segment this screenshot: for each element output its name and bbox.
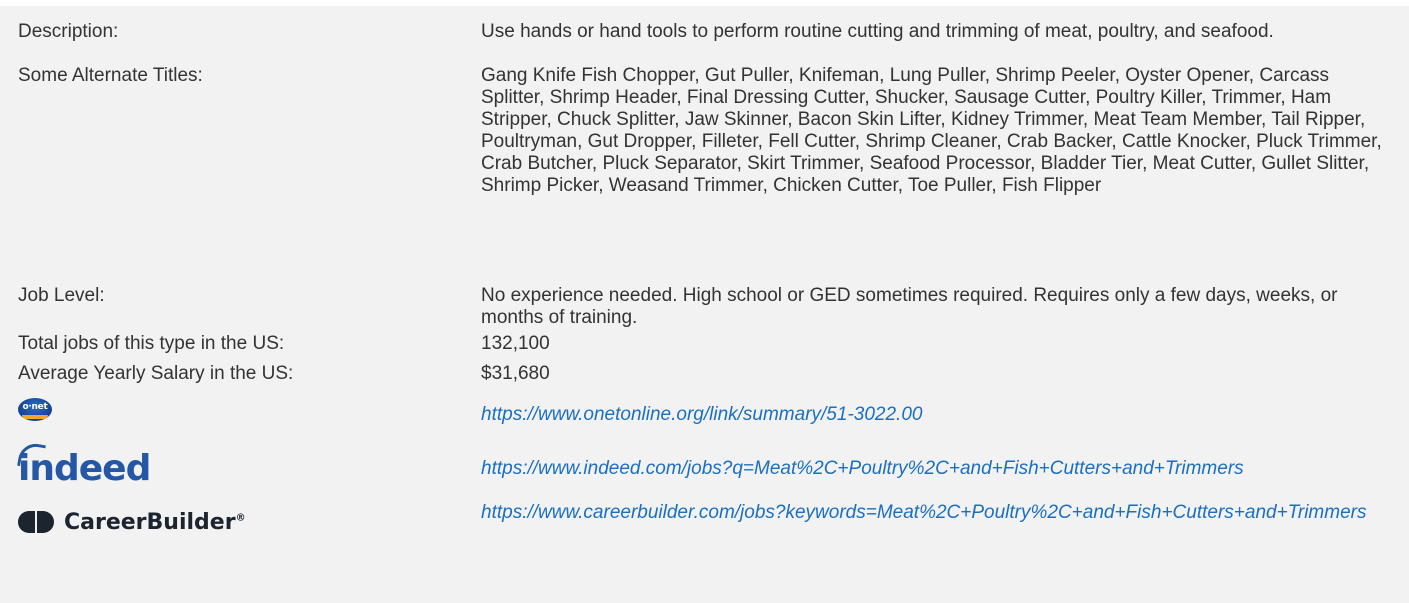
indeed-link-cell: https://www.indeed.com/jobs?q=Meat%2C+Po… bbox=[481, 451, 1386, 487]
job-details-card: Description: Use hands or hand tools to … bbox=[0, 6, 1409, 603]
total-jobs-row: Total jobs of this type in the US: 132,1… bbox=[18, 333, 1398, 355]
careerbuilder-logo-cell: CareerBuilder® bbox=[18, 502, 481, 535]
alternate-titles-row: Some Alternate Titles: Gang Knife Fish C… bbox=[18, 65, 1398, 197]
onet-logo: o·net bbox=[18, 397, 52, 421]
salary-label: Average Yearly Salary in the US: bbox=[18, 363, 294, 384]
description-value: Use hands or hand tools to perform routi… bbox=[481, 21, 1274, 42]
description-label: Description: bbox=[18, 21, 119, 42]
indeed-arc-icon bbox=[17, 441, 46, 470]
job-level-row: Job Level: No experience needed. High sc… bbox=[18, 285, 1398, 329]
alternate-titles-label: Some Alternate Titles: bbox=[18, 65, 203, 86]
careerbuilder-link[interactable]: https://www.careerbuilder.com/jobs?keywo… bbox=[481, 502, 1366, 523]
job-level-label: Job Level: bbox=[18, 285, 105, 306]
careerbuilder-row: CareerBuilder® https://www.careerbuilder… bbox=[18, 502, 1398, 535]
careerbuilder-link-cell: https://www.careerbuilder.com/jobs?keywo… bbox=[481, 502, 1386, 535]
registered-mark-icon: ® bbox=[235, 512, 246, 524]
onet-row: o·net https://www.onetonline.org/link/su… bbox=[18, 392, 1398, 426]
total-jobs-value: 132,100 bbox=[481, 333, 550, 354]
onet-logo-text: o·net bbox=[22, 401, 48, 412]
onet-logo-cell: o·net bbox=[18, 392, 481, 426]
alternate-titles-value: Gang Knife Fish Chopper, Gut Puller, Kni… bbox=[481, 65, 1382, 196]
indeed-row: indeed https://www.indeed.com/jobs?q=Mea… bbox=[17, 441, 1398, 487]
careerbuilder-logo: CareerBuilder® bbox=[64, 511, 246, 535]
careerbuilder-logo-text: CareerBuilder bbox=[64, 510, 236, 535]
job-level-value: No experience needed. High school or GED… bbox=[481, 285, 1338, 328]
total-jobs-label: Total jobs of this type in the US: bbox=[18, 333, 285, 354]
onet-link[interactable]: https://www.onetonline.org/link/summary/… bbox=[481, 404, 922, 425]
indeed-logo-cell: indeed bbox=[17, 441, 481, 487]
salary-row: Average Yearly Salary in the US: $31,680 bbox=[18, 363, 1398, 385]
description-row: Description: Use hands or hand tools to … bbox=[18, 21, 1398, 43]
salary-value: $31,680 bbox=[481, 363, 550, 384]
indeed-link[interactable]: https://www.indeed.com/jobs?q=Meat%2C+Po… bbox=[481, 458, 1244, 479]
onet-link-cell: https://www.onetonline.org/link/summary/… bbox=[481, 392, 1386, 426]
indeed-logo: indeed bbox=[17, 441, 151, 487]
careerbuilder-mark-icon bbox=[18, 511, 54, 533]
